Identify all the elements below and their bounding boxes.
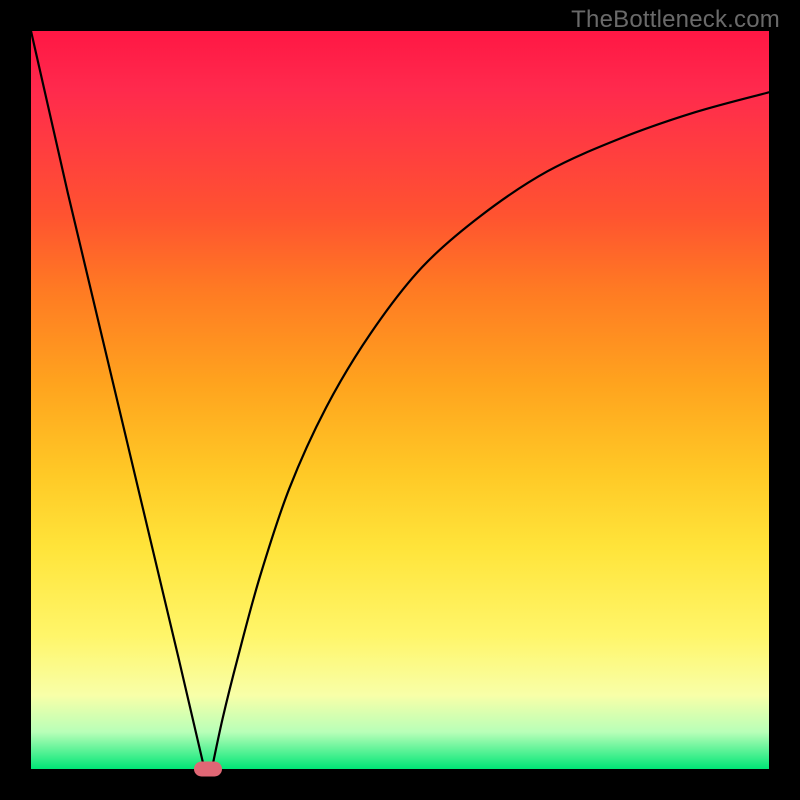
curve-svg xyxy=(31,31,769,769)
plot-area xyxy=(31,31,769,769)
right-branch-line xyxy=(212,92,769,769)
watermark-text: TheBottleneck.com xyxy=(571,6,780,34)
bottleneck-marker xyxy=(194,762,222,777)
left-branch-line xyxy=(31,31,204,769)
